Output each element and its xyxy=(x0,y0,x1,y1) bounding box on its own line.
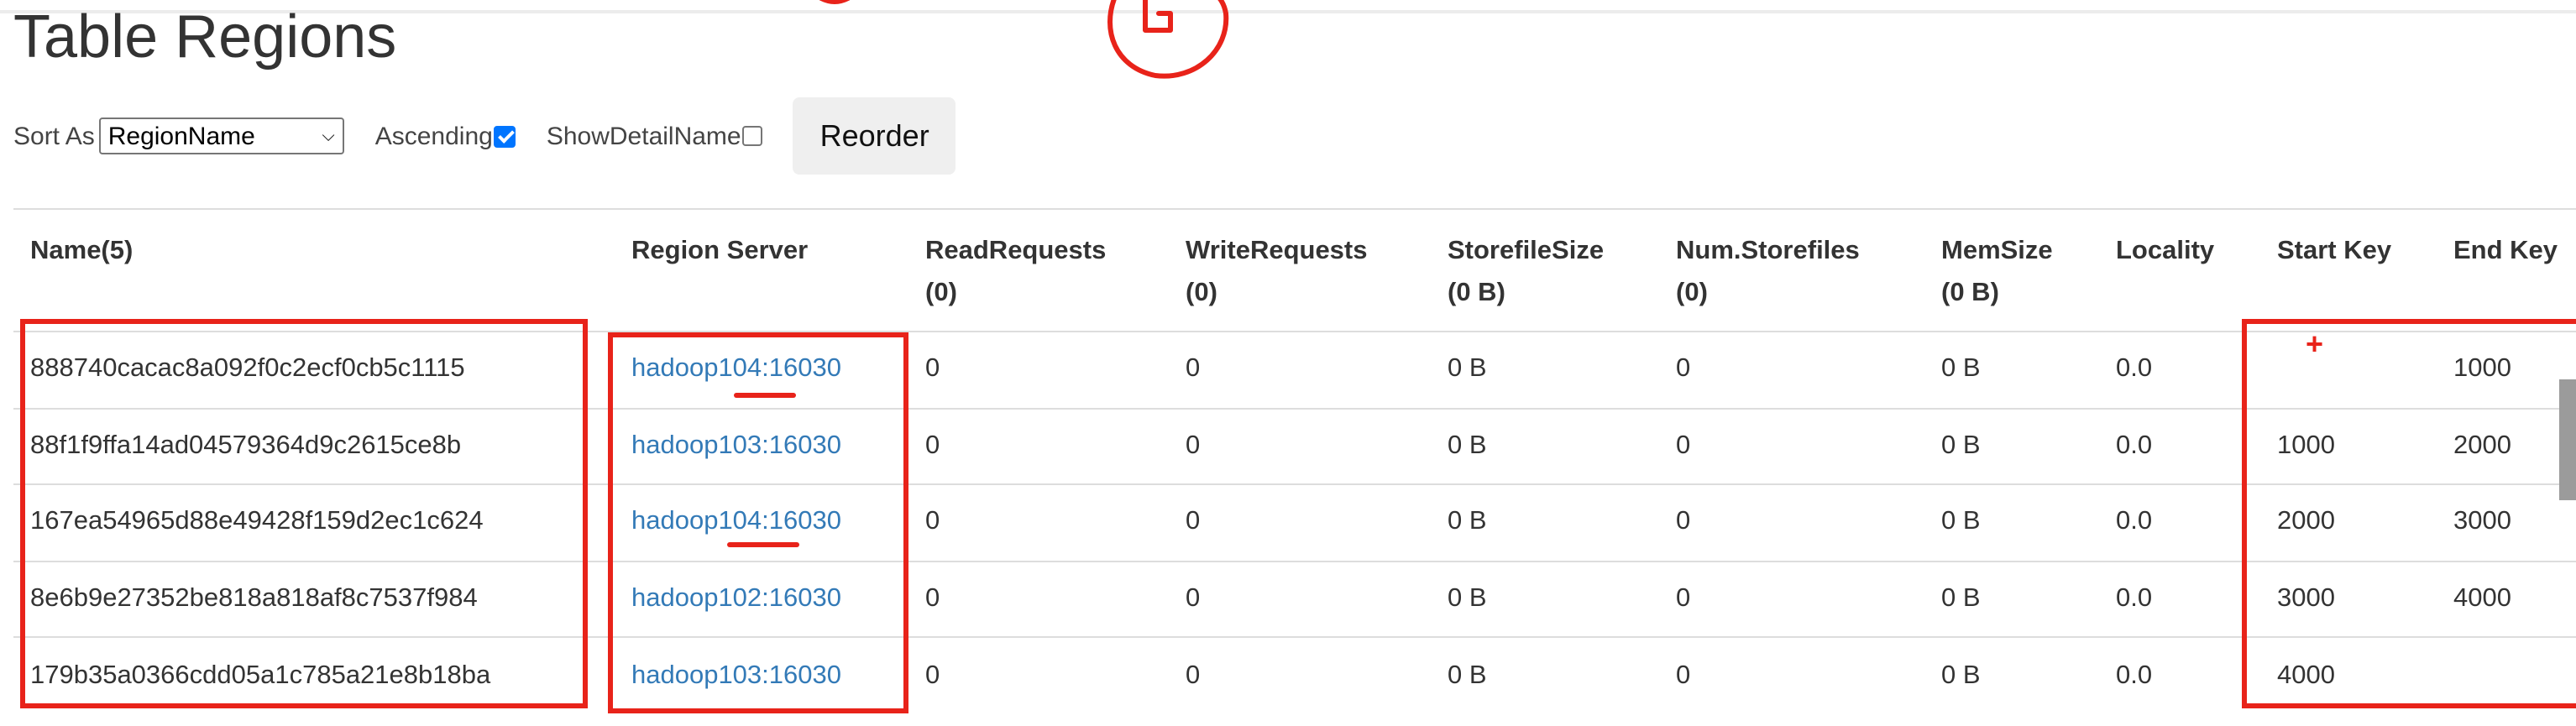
memsize: 0 B xyxy=(1924,560,2099,637)
read-requests: 0 xyxy=(908,331,1169,408)
start-key: 2000 xyxy=(2260,483,2437,561)
start-key: 4000 xyxy=(2260,636,2437,713)
region-name: 167ea54965d88e49428f159d2ec1c624 xyxy=(13,483,615,561)
write-requests: 0 xyxy=(1169,331,1431,408)
show-detail-name-label: ShowDetailName xyxy=(546,122,741,150)
table-row: 179b35a0366cdd05a1c785a21e8b18ba hadoop1… xyxy=(13,636,2576,713)
memsize: 0 B xyxy=(1924,407,2099,484)
storefile-size: 0 B xyxy=(1431,636,1659,713)
table-row: 888740cacac8a092f0c2ecf0cb5c1115 hadoop1… xyxy=(13,331,2576,408)
locality: 0.0 xyxy=(2099,331,2260,408)
read-requests: 0 xyxy=(908,483,1169,561)
end-key: 4000 xyxy=(2437,560,2576,637)
start-key: 1000 xyxy=(2260,407,2437,484)
end-key: 3000 xyxy=(2437,483,2576,561)
region-name: 88f1f9ffa14ad04579364d9c2615ce8b xyxy=(13,407,615,484)
chevron-down-icon: ⌵ xyxy=(322,127,335,145)
table-header-row: Name(5) Region Server ReadRequests (0) Wr… xyxy=(13,208,2576,332)
column-header-end-key[interactable]: End Key xyxy=(2437,208,2576,332)
column-header-read-requests[interactable]: ReadRequests (0) xyxy=(908,208,1169,332)
sort-as-label: Sort As xyxy=(13,122,95,150)
column-header-region-server[interactable]: Region Server xyxy=(615,208,908,332)
memsize: 0 B xyxy=(1924,636,2099,713)
show-detail-name-checkbox[interactable] xyxy=(742,126,763,146)
table-row: 88f1f9ffa14ad04579364d9c2615ce8b hadoop1… xyxy=(13,407,2576,484)
column-header-start-key[interactable]: Start Key xyxy=(2260,208,2437,332)
region-server-link[interactable]: hadoop104:16030 xyxy=(631,508,841,536)
next-page-button[interactable] xyxy=(2559,379,2576,500)
column-header-write-requests[interactable]: WriteRequests (0) xyxy=(1169,208,1431,332)
column-header-name[interactable]: Name(5) xyxy=(13,208,615,332)
storefile-size: 0 B xyxy=(1431,331,1659,408)
region-server-link[interactable]: hadoop103:16030 xyxy=(631,431,841,460)
region-name: 179b35a0366cdd05a1c785a21e8b18ba xyxy=(13,636,615,713)
end-key: 1000 xyxy=(2437,331,2576,408)
memsize: 0 B xyxy=(1924,483,2099,561)
storefile-size: 0 B xyxy=(1431,560,1659,637)
num-storefiles: 0 xyxy=(1659,560,1924,637)
column-header-storefile-size[interactable]: StorefileSize (0 B) xyxy=(1431,208,1659,332)
column-header-locality[interactable]: Locality xyxy=(2099,208,2260,332)
locality: 0.0 xyxy=(2099,636,2260,713)
sort-controls: Sort As RegionName ⌵ Ascending ShowDetai… xyxy=(13,97,956,175)
page: Table Regions Sort As RegionName ⌵ Ascen… xyxy=(0,0,2576,725)
region-name: 888740cacac8a092f0c2ecf0cb5c1115 xyxy=(13,331,615,408)
region-server-cell: hadoop103:16030 xyxy=(615,407,908,484)
region-server-link[interactable]: hadoop104:16030 xyxy=(631,355,841,384)
region-server-cell: hadoop104:16030 xyxy=(615,483,908,561)
read-requests: 0 xyxy=(908,636,1169,713)
region-name: 8e6b9e27352be818a818af8c7537f984 xyxy=(13,560,615,637)
storefile-size: 0 B xyxy=(1431,407,1659,484)
num-storefiles: 0 xyxy=(1659,331,1924,408)
locality: 0.0 xyxy=(2099,407,2260,484)
read-requests: 0 xyxy=(908,560,1169,637)
region-server-cell: hadoop102:16030 xyxy=(615,560,908,637)
write-requests: 0 xyxy=(1169,483,1431,561)
table-row: 8e6b9e27352be818a818af8c7537f984 hadoop1… xyxy=(13,560,2576,637)
annotation-scribble-top xyxy=(819,0,851,4)
region-server-cell: hadoop103:16030 xyxy=(615,636,908,713)
write-requests: 0 xyxy=(1169,407,1431,484)
start-key: 3000 xyxy=(2260,560,2437,637)
reorder-button[interactable]: Reorder xyxy=(793,97,956,175)
read-requests: 0 xyxy=(908,407,1169,484)
table-row: 167ea54965d88e49428f159d2ec1c624 hadoop1… xyxy=(13,483,2576,561)
region-server-link[interactable]: hadoop103:16030 xyxy=(631,661,841,689)
regions-table: Name(5) Region Server ReadRequests (0) Wr… xyxy=(13,208,2576,713)
column-header-num-storefiles[interactable]: Num.Storefiles (0) xyxy=(1659,208,1924,332)
start-key xyxy=(2260,331,2437,408)
memsize: 0 B xyxy=(1924,331,2099,408)
region-server-cell: hadoop104:16030 xyxy=(615,331,908,408)
num-storefiles: 0 xyxy=(1659,407,1924,484)
num-storefiles: 0 xyxy=(1659,636,1924,713)
sort-select[interactable]: RegionName ⌵ xyxy=(99,118,345,154)
storefile-size: 0 B xyxy=(1431,483,1659,561)
page-title: Table Regions xyxy=(13,2,397,71)
write-requests: 0 xyxy=(1169,560,1431,637)
locality: 0.0 xyxy=(2099,560,2260,637)
end-key: 2000 xyxy=(2437,407,2576,484)
sort-select-value: RegionName xyxy=(107,122,255,150)
write-requests: 0 xyxy=(1169,636,1431,713)
end-key xyxy=(2437,636,2576,713)
ascending-label: Ascending xyxy=(374,122,493,150)
ascending-checkbox[interactable] xyxy=(494,125,516,147)
locality: 0.0 xyxy=(2099,483,2260,561)
region-server-link[interactable]: hadoop102:16030 xyxy=(631,584,841,613)
column-header-memsize[interactable]: MemSize (0 B) xyxy=(1924,208,2099,332)
num-storefiles: 0 xyxy=(1659,483,1924,561)
